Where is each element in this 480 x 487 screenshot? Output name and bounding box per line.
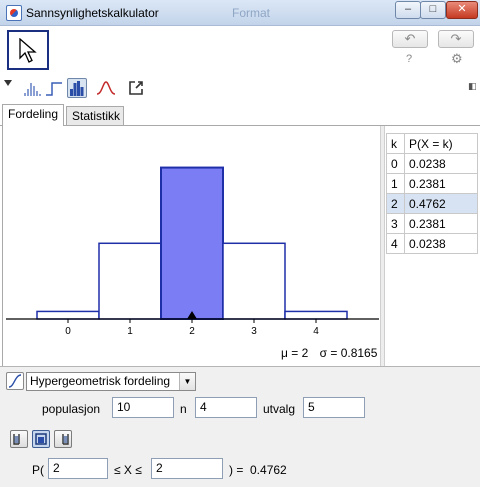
table-cell-k: 1 [386, 173, 405, 194]
table-row[interactable]: 4 0.0238 [386, 233, 478, 254]
title-bar: Sannsynlighetskalkulator Format – □ ✕ [0, 0, 480, 26]
histogram-bar [36, 310, 100, 320]
n-label: n [180, 402, 187, 416]
column-header-p: P(X = k) [404, 133, 478, 154]
cumulative-toggle-button[interactable] [6, 372, 24, 390]
x-tick-label: 4 [313, 326, 319, 337]
distribution-select[interactable]: Hypergeometrisk fordeling ▼ [26, 372, 196, 391]
sd-label: σ = 0.8165 [319, 346, 378, 360]
x-tick-label: 2 [189, 326, 195, 337]
lower-bound-field[interactable]: 2 [48, 458, 108, 479]
table-cell-p: 0.0238 [404, 233, 478, 254]
mean-label: μ = 2 [281, 346, 309, 360]
table-header-row: k P(X = k) [386, 133, 478, 154]
minimize-button[interactable]: – [395, 1, 421, 19]
upper-bound-field[interactable]: 2 [151, 458, 223, 479]
main-toolbar: ↶ ↷ ? ⚙ [0, 26, 480, 76]
geogebra-app-icon [6, 5, 22, 21]
collapse-triangle-icon[interactable] [4, 80, 12, 86]
table-cell-p: 0.4762 [404, 193, 478, 214]
cumulative-curve-icon [8, 374, 22, 388]
probability-result: ) = 0.4762 [229, 463, 287, 477]
step-graph-icon[interactable] [44, 78, 64, 98]
histogram-graph-icon[interactable] [67, 78, 87, 98]
utvalg-field[interactable]: 5 [303, 397, 365, 418]
gear-icon[interactable]: ⚙ [451, 51, 463, 67]
panel-splitter[interactable] [380, 126, 385, 366]
calculator-window: Sannsynlighetskalkulator Format – □ ✕ ↶ … [0, 0, 480, 487]
distribution-chart[interactable]: 0 1 2 3 4 μ = 2 σ = 0.8165 [3, 126, 381, 366]
maximize-button[interactable]: □ [420, 1, 446, 19]
interval-button[interactable] [32, 430, 50, 448]
help-icon[interactable]: ? [406, 53, 412, 65]
move-arrow-icon [19, 38, 37, 63]
background-window-title: Format [232, 6, 271, 20]
distribution-select-value: Hypergeometrisk fordeling [30, 374, 171, 388]
parameter-panel: Hypergeometrisk fordeling ▼ populasjon 1… [0, 366, 480, 487]
table-row-selected[interactable]: 2 0.4762 [386, 193, 478, 214]
table-row[interactable]: 3 0.2381 [386, 213, 478, 234]
dock-corner-icon[interactable]: ◧ [468, 81, 477, 92]
n-field[interactable]: 4 [195, 397, 257, 418]
redo-button[interactable]: ↷ [438, 30, 474, 48]
tab-fordeling[interactable]: Fordeling [2, 104, 65, 126]
view-tabs: Fordeling Statistikk [0, 104, 480, 126]
inequality-label: ≤ X ≤ [114, 463, 142, 477]
histogram-bar [284, 310, 348, 320]
table-row[interactable]: 0 0.0238 [386, 153, 478, 174]
table-cell-p: 0.2381 [404, 173, 478, 194]
column-header-k: k [386, 133, 405, 154]
table-cell-k: 4 [386, 233, 405, 254]
close-button[interactable]: ✕ [446, 1, 478, 19]
bar-lines-graph-icon[interactable] [22, 78, 42, 98]
chevron-down-icon[interactable]: ▼ [179, 373, 195, 390]
histogram-bar [160, 166, 224, 320]
undo-button[interactable]: ↶ [392, 30, 428, 48]
x-tick-label: 1 [127, 326, 133, 337]
normal-curve-overlay-icon[interactable] [96, 78, 116, 98]
table-cell-p: 0.0238 [404, 153, 478, 174]
populasjon-label: populasjon [42, 402, 101, 416]
utvalg-label: utvalg [263, 402, 296, 416]
export-icon[interactable] [126, 78, 146, 98]
right-sided-interval-button[interactable] [54, 430, 72, 448]
tab-statistikk[interactable]: Statistikk [66, 106, 124, 126]
window-title: Sannsynlighetskalkulator [26, 6, 159, 20]
x-tick-label: 3 [251, 326, 257, 337]
statistics-summary: μ = 2 σ = 0.8165 [281, 346, 385, 360]
probability-prefix: P( [32, 463, 44, 477]
histogram-bar [98, 242, 162, 320]
populasjon-field[interactable]: 10 [112, 397, 174, 418]
histogram-bar [222, 242, 286, 320]
table-cell-k: 2 [386, 193, 405, 214]
probability-table: k P(X = k) 0 0.0238 1 0.2381 2 0.4762 3 … [386, 133, 478, 254]
graph-type-toolbar: ◧ [0, 76, 480, 102]
chart-svg: 0 1 2 3 4 [6, 166, 379, 337]
table-row[interactable]: 1 0.2381 [386, 173, 478, 194]
table-cell-k: 0 [386, 153, 405, 174]
table-cell-p: 0.2381 [404, 213, 478, 234]
move-tool-button[interactable] [7, 30, 49, 70]
x-tick-label: 0 [65, 326, 71, 337]
table-cell-k: 3 [386, 213, 405, 234]
left-sided-interval-button[interactable] [10, 430, 28, 448]
